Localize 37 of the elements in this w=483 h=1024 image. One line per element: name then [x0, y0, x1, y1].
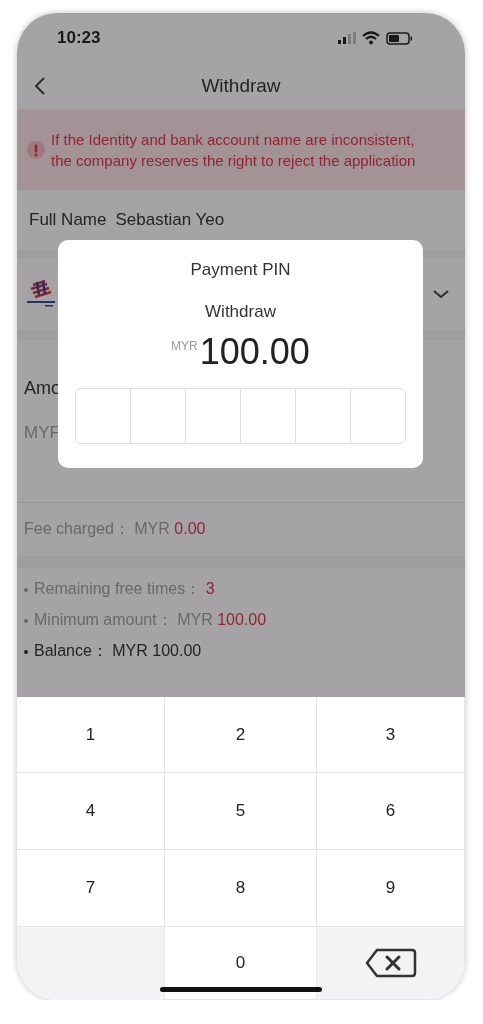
currency-label: MYF: [24, 423, 61, 443]
field-value: Sebastian Yeo: [115, 210, 225, 230]
bullet-icon: [24, 618, 28, 623]
key-button[interactable]: 2: [165, 697, 317, 773]
wifi-icon: [362, 31, 380, 45]
warning-text: If the Identity and bank account name are inconsistent, the company reserves the right to reject the application: [51, 130, 416, 171]
backspace-button[interactable]: [317, 927, 465, 1000]
warning-icon: [27, 141, 45, 159]
dialog-subtitle: Withdraw: [205, 301, 276, 323]
note-text: Minimum amount： MYR 100.00: [34, 610, 267, 630]
back-icon[interactable]: [33, 76, 47, 96]
chevron-down-icon[interactable]: [433, 289, 449, 299]
pin-field[interactable]: [75, 388, 406, 444]
dialog-title: Payment PIN: [190, 259, 291, 281]
bank-logo-icon: [25, 279, 57, 309]
key-button[interactable]: 9: [317, 850, 465, 927]
key-button[interactable]: 8: [165, 850, 317, 927]
field-label: Full Name: [29, 210, 107, 230]
amount-value: 100.00: [199, 331, 310, 373]
bullet-icon: [24, 649, 28, 654]
note-text: Remaining free times： 3: [34, 579, 215, 599]
key-button[interactable]: 7: [17, 850, 165, 927]
key-button[interactable]: 5: [165, 773, 317, 850]
key-button[interactable]: 4: [17, 773, 165, 850]
signal-icon: [338, 32, 356, 44]
fee-text: Fee charged： MYR 0.00: [24, 519, 206, 539]
key-button[interactable]: 6: [317, 773, 465, 850]
page-title: Withdraw: [201, 74, 281, 97]
note-text: Balance： MYR 100.00: [34, 641, 202, 661]
bullet-icon: [24, 587, 28, 592]
backspace-icon: [364, 948, 417, 978]
battery-icon: [386, 31, 413, 45]
currency-label: MYR: [171, 339, 198, 353]
status-time: 10:23: [57, 28, 101, 48]
key-button[interactable]: 3: [317, 697, 465, 773]
key-button[interactable]: 1: [17, 697, 165, 773]
key-button[interactable]: 0: [165, 927, 317, 1000]
